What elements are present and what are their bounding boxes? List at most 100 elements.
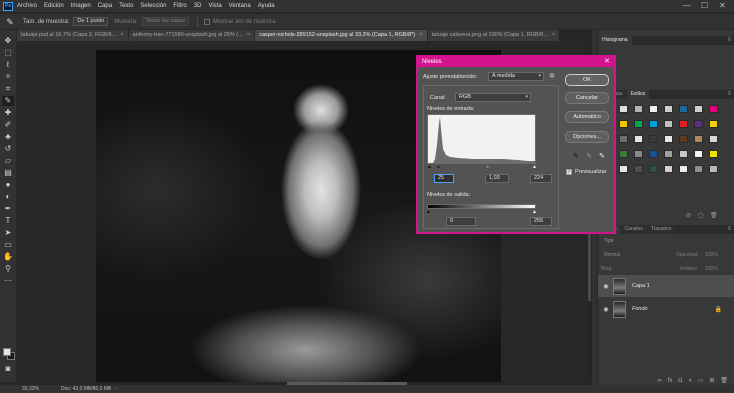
- menu-vista[interactable]: Vista: [208, 3, 221, 9]
- style-swatch[interactable]: [664, 150, 673, 158]
- auto-button[interactable]: Automático: [565, 111, 609, 123]
- style-swatch[interactable]: [709, 105, 718, 113]
- opacity-value[interactable]: 100%: [705, 251, 718, 259]
- blur-tool-icon[interactable]: ●: [2, 180, 14, 190]
- channel-select[interactable]: RGB ▾: [455, 93, 531, 102]
- style-swatch[interactable]: [664, 165, 673, 173]
- style-swatch[interactable]: [694, 105, 703, 113]
- mask-icon[interactable]: ◘: [678, 378, 682, 384]
- tab-channels[interactable]: Canales: [620, 225, 647, 234]
- menu-ayuda[interactable]: Ayuda: [258, 3, 275, 9]
- output-black-field[interactable]: 0: [446, 217, 476, 226]
- move-tool-icon[interactable]: ✥: [2, 36, 14, 46]
- style-swatch[interactable]: [709, 150, 718, 158]
- style-swatch[interactable]: [664, 120, 673, 128]
- output-white-field[interactable]: 255: [530, 217, 552, 226]
- style-swatch[interactable]: [619, 165, 628, 173]
- style-swatch[interactable]: [634, 105, 643, 113]
- quick-select-tool-icon[interactable]: ✧: [2, 72, 14, 82]
- layer-row-capa-1[interactable]: ◉ Capa 1: [598, 275, 734, 297]
- style-swatch[interactable]: [694, 165, 703, 173]
- output-black-slider[interactable]: ▲: [426, 210, 431, 215]
- dodge-tool-icon[interactable]: ◐: [2, 192, 14, 202]
- gear-icon[interactable]: ✲: [549, 73, 555, 81]
- style-swatch[interactable]: [679, 105, 688, 113]
- black-eyedropper-icon[interactable]: ✎: [573, 153, 579, 161]
- menu-imagen[interactable]: Imagen: [71, 3, 91, 9]
- folder-icon[interactable]: ▭: [698, 377, 704, 384]
- style-swatch[interactable]: [649, 120, 658, 128]
- panel-menu-icon[interactable]: ≡: [727, 225, 731, 234]
- gray-eyedropper-icon[interactable]: ✎: [586, 153, 592, 161]
- tab-styles[interactable]: Estilos: [626, 90, 650, 99]
- tab-casper-nichols[interactable]: casper-nichols-289152-unsplash.jpg al 33…: [255, 30, 428, 41]
- sample-select[interactable]: Todas las capas: [141, 17, 190, 26]
- eye-icon[interactable]: ◉: [601, 283, 611, 290]
- style-swatch[interactable]: [619, 150, 628, 158]
- black-point-slider[interactable]: ▲: [427, 165, 432, 170]
- input-white-field[interactable]: 224: [530, 174, 552, 183]
- input-gamma-field[interactable]: 1,03: [485, 174, 509, 183]
- output-white-slider[interactable]: ▲: [532, 210, 537, 215]
- menu-filtro[interactable]: Filtro: [173, 3, 186, 9]
- style-swatch[interactable]: [634, 135, 643, 143]
- type-tool-icon[interactable]: T: [2, 216, 14, 226]
- tab-histogram[interactable]: Histograma: [598, 36, 632, 45]
- options-button[interactable]: Opciones...: [565, 131, 609, 143]
- lasso-tool-icon[interactable]: ℓ: [2, 60, 14, 70]
- input-black-field[interactable]: 25: [434, 174, 454, 183]
- tab-anthony-tran[interactable]: anthony-tran-771580-unsplash.jpg al 25% …: [128, 30, 256, 41]
- rectangle-tool-icon[interactable]: ▭: [2, 240, 14, 250]
- menu-ventana[interactable]: Ventana: [229, 3, 251, 9]
- style-swatch[interactable]: [649, 105, 658, 113]
- adjustment-icon[interactable]: ◑: [688, 378, 692, 384]
- style-swatch[interactable]: [709, 120, 718, 128]
- style-swatch[interactable]: [649, 150, 658, 158]
- style-swatch[interactable]: [709, 165, 718, 173]
- eye-icon[interactable]: ◉: [601, 306, 611, 313]
- white-input-slider[interactable]: ▲: [532, 165, 537, 170]
- clone-stamp-tool-icon[interactable]: ♣: [2, 132, 14, 142]
- style-swatch[interactable]: [709, 135, 718, 143]
- maximize-icon[interactable]: ☐: [701, 1, 708, 10]
- healing-tool-icon[interactable]: ✚: [2, 108, 14, 118]
- sample-size-select[interactable]: De 1 punto: [73, 17, 109, 26]
- tab-paths[interactable]: Trazados: [646, 225, 676, 234]
- quick-mask-icon[interactable]: ◙: [2, 364, 14, 374]
- gradient-tool-icon[interactable]: ▤: [2, 168, 14, 178]
- style-swatch[interactable]: [679, 120, 688, 128]
- marquee-tool-icon[interactable]: ⬚: [2, 48, 14, 58]
- delete-style-icon[interactable]: ⊘: [686, 212, 691, 220]
- panel-menu-icon[interactable]: ≡: [727, 36, 731, 45]
- layer-name[interactable]: Capa 1: [632, 283, 650, 289]
- style-swatch[interactable]: [649, 135, 658, 143]
- menu-seleccion[interactable]: Selección: [140, 3, 166, 9]
- eyedropper-icon[interactable]: ✎: [3, 16, 17, 28]
- close-icon[interactable]: ×: [419, 30, 423, 41]
- style-swatch[interactable]: [619, 105, 628, 113]
- style-swatch[interactable]: [619, 135, 628, 143]
- close-icon[interactable]: ✕: [604, 57, 610, 67]
- blend-mode-select[interactable]: Normal: [604, 251, 620, 259]
- pen-tool-icon[interactable]: ✒: [2, 204, 14, 214]
- menu-capa[interactable]: Capa: [98, 3, 112, 9]
- style-swatch[interactable]: [649, 165, 658, 173]
- fx-icon[interactable]: fx: [668, 378, 673, 384]
- style-swatch[interactable]: [679, 165, 688, 173]
- dialog-title[interactable]: Niveles: [418, 57, 614, 67]
- cancel-button[interactable]: Cancelar: [565, 92, 609, 104]
- menu-archivo[interactable]: Archivo: [17, 3, 37, 9]
- style-swatch[interactable]: [694, 150, 703, 158]
- close-icon[interactable]: ×: [552, 30, 556, 41]
- minimize-icon[interactable]: —: [683, 1, 691, 10]
- style-swatch[interactable]: [634, 120, 643, 128]
- history-brush-tool-icon[interactable]: ↺: [2, 144, 14, 154]
- filter-kind-label[interactable]: Tipo: [604, 237, 614, 245]
- eyedropper-tool-icon[interactable]: ✎: [2, 96, 14, 106]
- style-swatch[interactable]: [694, 135, 703, 143]
- style-swatch[interactable]: [634, 150, 643, 158]
- close-icon[interactable]: ×: [247, 30, 251, 41]
- style-swatch[interactable]: [694, 120, 703, 128]
- zoom-level[interactable]: 33,33%: [22, 386, 39, 392]
- close-icon[interactable]: ×: [120, 30, 124, 41]
